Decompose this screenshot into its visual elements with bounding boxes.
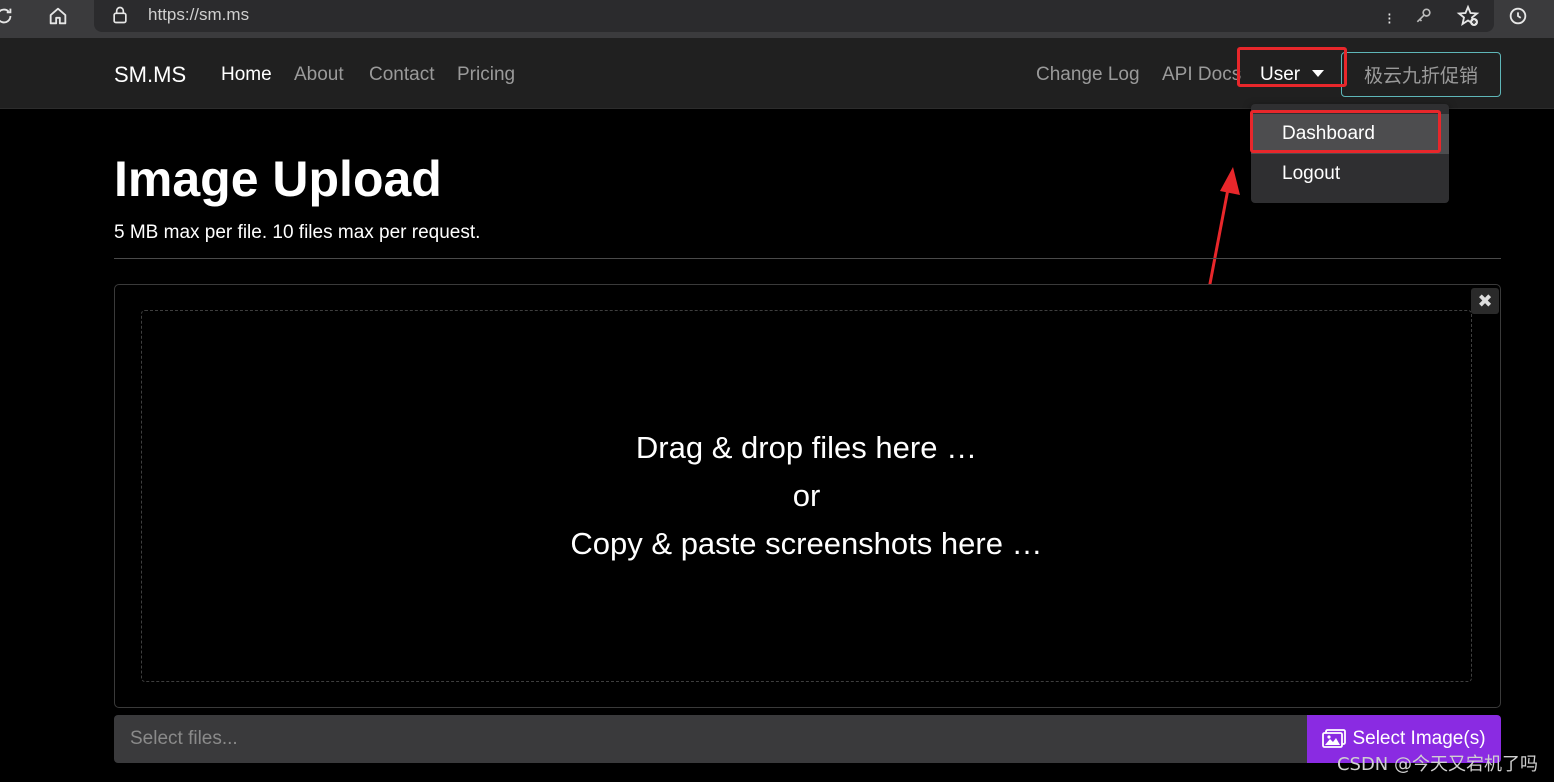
page-title: Image Upload (114, 151, 442, 207)
annotation-box-dashboard (1250, 110, 1441, 153)
drop-zone-line-2: or (792, 478, 821, 513)
nav-change-log[interactable]: Change Log (1036, 64, 1140, 86)
lock-icon (110, 5, 130, 25)
home-icon[interactable] (46, 4, 70, 28)
nav-pricing[interactable]: Pricing (457, 64, 515, 86)
nav-about[interactable]: About (294, 64, 344, 86)
images-icon (1322, 729, 1347, 748)
select-images-label: Select Image(s) (1352, 728, 1486, 749)
address-bar[interactable]: https://sm.ms ⁝ (94, 0, 1494, 32)
browser-toolbar: https://sm.ms ⁝ (0, 0, 1554, 38)
drop-zone-line-3: Copy & paste screenshots here … (570, 526, 1043, 561)
drop-zone-line-1: Drag & drop files here … (635, 430, 978, 465)
csdn-watermark: CSDN @今天又宕机了吗 (1336, 754, 1538, 775)
upload-panel: Drag & drop files here … or Copy & paste… (114, 284, 1501, 708)
drop-zone[interactable]: Drag & drop files here … or Copy & paste… (141, 310, 1472, 682)
close-icon[interactable]: ✖ (1471, 288, 1499, 314)
brand-logo[interactable]: SM.MS (114, 62, 186, 88)
divider (114, 258, 1501, 259)
annotation-box-user (1237, 47, 1347, 87)
promo-button[interactable]: 极云九折促销 (1341, 52, 1501, 97)
address-url[interactable]: https://sm.ms (148, 5, 249, 25)
nav-home[interactable]: Home (221, 64, 272, 86)
page-subtitle: 5 MB max per file. 10 files max per requ… (114, 222, 481, 243)
file-input-placeholder: Select files... (130, 728, 238, 749)
reload-icon[interactable] (0, 4, 16, 28)
reader-icon[interactable]: ⁝ (1387, 9, 1392, 29)
file-path-input[interactable]: Select files... (114, 715, 1307, 763)
key-icon[interactable] (1414, 6, 1434, 31)
history-icon[interactable] (1506, 4, 1530, 28)
nav-api-docs[interactable]: API Docs (1162, 64, 1241, 86)
nav-contact[interactable]: Contact (369, 64, 434, 86)
favorites-add-icon[interactable] (1456, 4, 1480, 33)
dropdown-item-logout[interactable]: Logout (1251, 154, 1449, 194)
